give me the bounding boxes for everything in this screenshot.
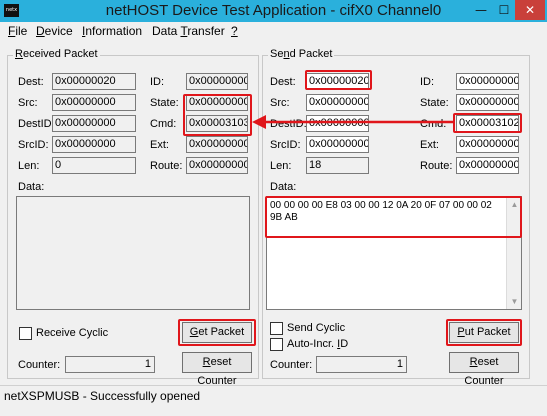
recv-ext-field: 0x00000000 xyxy=(186,136,248,153)
menu-help[interactable]: ? xyxy=(231,24,238,38)
recv-id-label: ID: xyxy=(150,76,165,88)
get-packet-button[interactable]: Get Packet xyxy=(182,322,252,343)
recv-route-field: 0x00000000 xyxy=(186,157,248,174)
send-counter-label: Counter: xyxy=(270,359,313,371)
send-counter-field: 1 xyxy=(316,356,407,373)
recv-cmd-field: 0x00003103 xyxy=(186,115,248,132)
menu-bar: File Device Information Data Transfer ? xyxy=(0,22,547,40)
menu-information[interactable]: Information xyxy=(82,24,142,38)
annotation-arrow xyxy=(252,115,453,129)
window-title: netHOST Device Test Application - cifX0 … xyxy=(105,2,442,19)
send-src-label: Src: xyxy=(270,97,290,109)
title-bar[interactable]: netx netHOST Device Test Application - c… xyxy=(0,0,547,22)
send-cmd-field[interactable]: 0x00003102 xyxy=(456,115,519,132)
send-route-label: Route: xyxy=(420,160,453,172)
recv-len-field: 0 xyxy=(52,157,136,174)
send-dest-label: Dest: xyxy=(270,76,296,88)
recv-srcid-field: 0x00000000 xyxy=(52,136,136,153)
recv-len-label: Len: xyxy=(18,160,40,172)
send-route-field[interactable]: 0x00000000 xyxy=(456,157,519,174)
send-srcid-field[interactable]: 0x00000000 xyxy=(306,136,369,153)
recv-src-field: 0x00000000 xyxy=(52,94,136,111)
put-packet-button[interactable]: Put Packet xyxy=(449,322,519,343)
recv-state-label: State: xyxy=(150,97,179,109)
send-id-label: ID: xyxy=(420,76,435,88)
recv-destid-field: 0x00000000 xyxy=(52,115,136,132)
received-packet-title: Received Packet xyxy=(13,48,100,60)
send-data-scrollbar[interactable]: ▲ ▼ xyxy=(506,197,521,309)
send-len-label: Len: xyxy=(270,160,292,172)
recv-route-label: Route: xyxy=(150,160,183,172)
send-data-label: Data: xyxy=(270,181,297,193)
send-state-label: State: xyxy=(420,97,449,109)
menu-data-transfer[interactable]: Data Transfer xyxy=(152,24,225,38)
send-state-field[interactable]: 0x00000000 xyxy=(456,94,519,111)
status-text: netXSPMUSB - Successfully opened xyxy=(4,389,201,403)
send-data-line1: 00 00 00 00 E8 03 00 00 12 0A 20 0F 07 0… xyxy=(270,200,492,211)
auto-incr-id-checkbox[interactable] xyxy=(270,338,283,351)
recv-id-field: 0x00000000 xyxy=(186,73,248,90)
send-data-line2: 9B AB xyxy=(270,212,298,223)
send-data-area[interactable]: 00 00 00 00 E8 03 00 00 12 0A 20 0F 07 0… xyxy=(266,196,522,310)
scroll-up-arrow-icon[interactable]: ▲ xyxy=(507,197,522,212)
maximize-button[interactable]: ☐ xyxy=(494,0,514,20)
recv-destid-label: DestID: xyxy=(18,118,55,130)
send-len-field: 18 xyxy=(306,157,369,174)
scroll-down-arrow-icon[interactable]: ▼ xyxy=(507,294,522,309)
send-dest-field[interactable]: 0x00000020 xyxy=(306,73,369,90)
close-button[interactable]: ✕ xyxy=(515,0,545,20)
recv-state-field: 0x00000000 xyxy=(186,94,248,111)
send-cyclic-checkbox[interactable] xyxy=(270,322,283,335)
send-packet-title: Send Packet xyxy=(268,48,335,60)
recv-counter-label: Counter: xyxy=(18,359,61,371)
recv-src-label: Src: xyxy=(18,97,38,109)
recv-dest-field: 0x00000020 xyxy=(52,73,136,90)
recv-reset-counter-button[interactable]: Reset Counter xyxy=(182,352,252,387)
recv-ext-label: Ext: xyxy=(150,139,169,151)
recv-cmd-label: Cmd: xyxy=(150,118,177,130)
recv-counter-field: 1 xyxy=(65,356,155,373)
recv-srcid-label: SrcID: xyxy=(18,139,49,151)
send-srcid-label: SrcID: xyxy=(270,139,301,151)
send-src-field[interactable]: 0x00000000 xyxy=(306,94,369,111)
app-window: netx netHOST Device Test Application - c… xyxy=(0,0,547,416)
recv-data-area[interactable] xyxy=(16,196,250,310)
send-reset-counter-button[interactable]: Reset Counter xyxy=(449,352,519,387)
send-cyclic-label: Send Cyclic xyxy=(287,322,346,334)
receive-cyclic-label: Receive Cyclic xyxy=(36,327,109,339)
send-ext-field[interactable]: 0x00000000 xyxy=(456,136,519,153)
status-bar: netXSPMUSB - Successfully opened xyxy=(0,385,547,416)
menu-file[interactable]: File xyxy=(8,24,27,38)
recv-data-label: Data: xyxy=(18,181,45,193)
annotation-arrow-head-icon xyxy=(252,115,266,129)
send-ext-label: Ext: xyxy=(420,139,439,151)
send-id-field[interactable]: 0x00000000 xyxy=(456,73,519,90)
menu-device[interactable]: Device xyxy=(36,24,73,38)
recv-dest-label: Dest: xyxy=(18,76,44,88)
auto-incr-id-label: Auto-Incr. ID xyxy=(287,338,349,350)
minimize-button[interactable]: — xyxy=(470,0,492,20)
receive-cyclic-checkbox[interactable] xyxy=(19,327,32,340)
